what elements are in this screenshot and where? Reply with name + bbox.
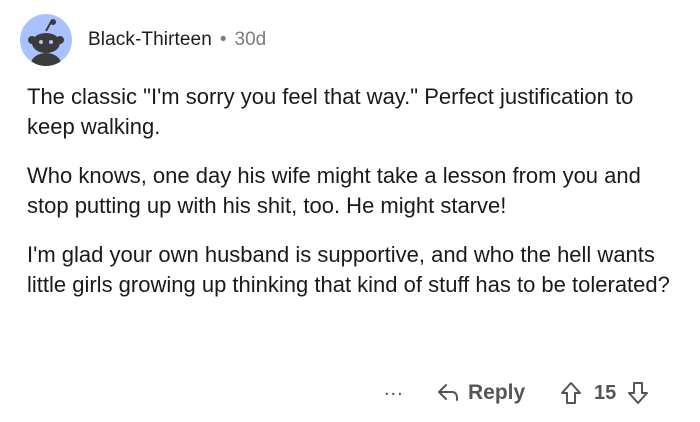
meta-separator: • bbox=[219, 29, 227, 50]
more-options-button[interactable]: ... bbox=[384, 378, 404, 401]
reply-label: Reply bbox=[468, 381, 526, 404]
comment-paragraph: I'm glad your own husband is supportive,… bbox=[27, 242, 670, 297]
comment-age: 30d bbox=[234, 29, 267, 50]
author-username[interactable]: Black-Thirteen bbox=[88, 29, 212, 51]
downvote-arrow-icon[interactable] bbox=[627, 381, 649, 405]
comment-header: Black-Thirteen • 30d bbox=[20, 14, 266, 66]
comment: Black-Thirteen • 30d The classic "I'm so… bbox=[0, 0, 700, 422]
comment-body: The classic "I'm sorry you feel that way… bbox=[27, 82, 677, 319]
vote-score: 15 bbox=[594, 381, 617, 404]
comment-actions: ... Reply 15 bbox=[0, 376, 700, 410]
avatar[interactable] bbox=[20, 14, 72, 66]
reddit-snoo-avatar-icon bbox=[28, 19, 64, 66]
reply-arrow-icon bbox=[438, 384, 458, 401]
comment-paragraph: Who knows, one day his wife might take a… bbox=[27, 163, 641, 218]
upvote-arrow-icon[interactable] bbox=[560, 381, 582, 405]
comment-paragraph: The classic "I'm sorry you feel that way… bbox=[27, 84, 634, 139]
reply-button[interactable]: Reply bbox=[436, 380, 525, 406]
vote-controls: 15 bbox=[560, 379, 649, 407]
